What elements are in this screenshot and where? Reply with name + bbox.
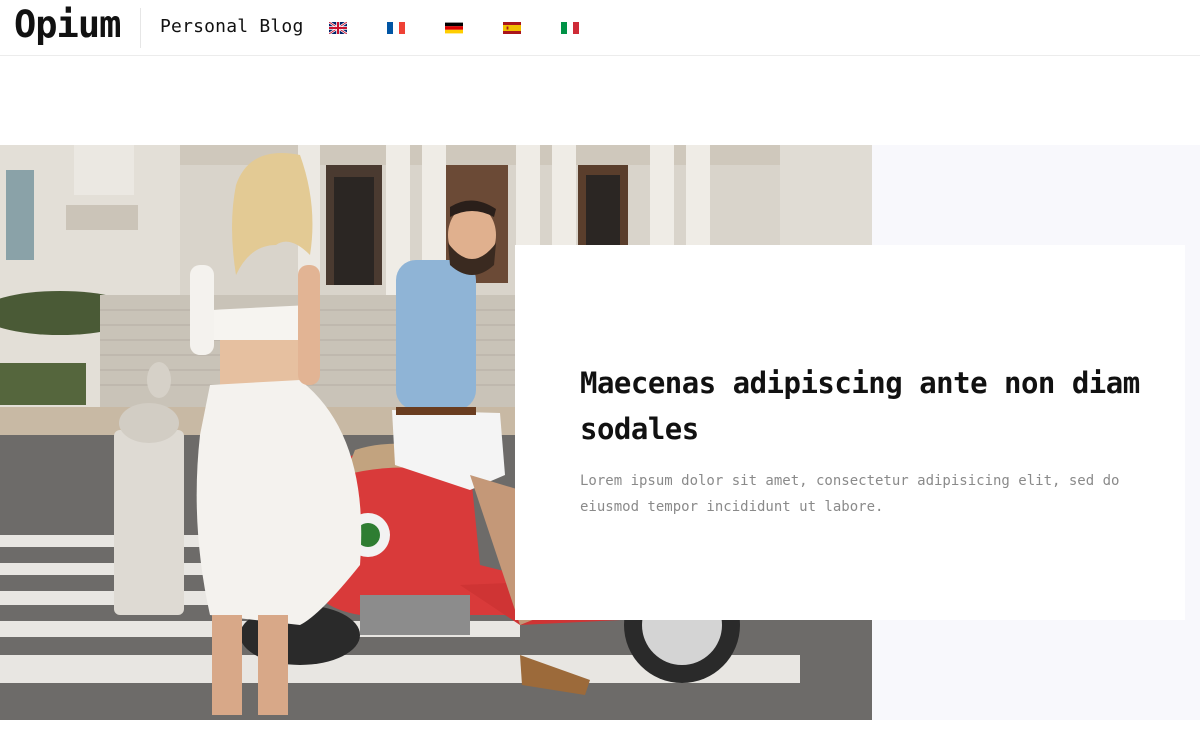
france-flag-icon[interactable] (387, 22, 405, 34)
featured-post: Maecenas adipiscing ante non diam sodale… (0, 145, 1200, 720)
uk-flag-icon[interactable] (329, 22, 347, 34)
post-excerpt: Lorem ipsum dolor sit amet, consectetur … (580, 473, 1120, 515)
header-divider (140, 8, 141, 48)
spain-flag-icon[interactable] (503, 22, 521, 34)
germany-flag-icon[interactable] (445, 22, 463, 34)
site-logo[interactable]: Opium (14, 2, 121, 48)
post-title[interactable]: Maecenas adipiscing ante non diam sodale… (580, 360, 1140, 452)
italy-flag-icon[interactable] (561, 22, 579, 34)
site-header: Opium Personal Blog (0, 0, 1200, 56)
featured-post-card: Maecenas adipiscing ante non diam sodale… (515, 245, 1185, 620)
site-tagline: Personal Blog (160, 16, 304, 37)
